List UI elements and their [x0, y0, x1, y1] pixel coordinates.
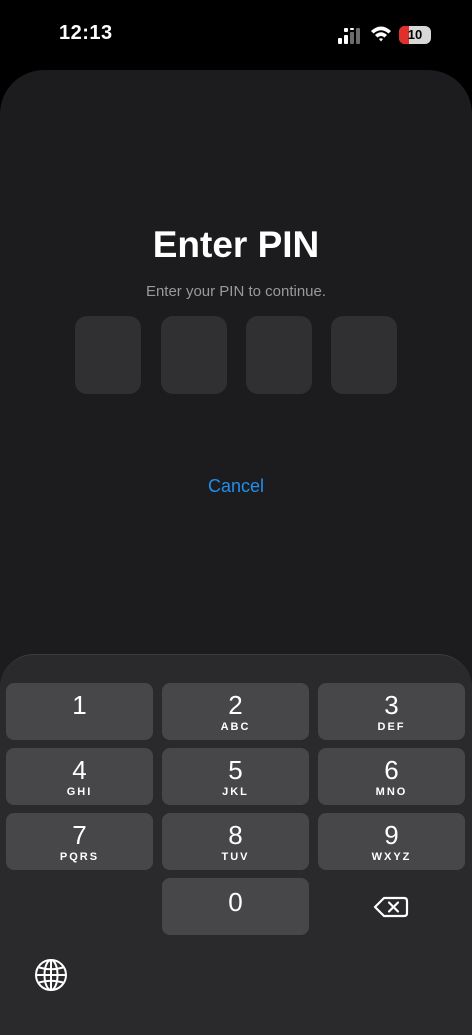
key-digit: 9: [384, 820, 399, 850]
key-digit: 2: [228, 690, 243, 720]
signal-bars-icon: [338, 28, 360, 44]
key-2[interactable]: 2 ABC: [162, 683, 309, 740]
page-subtitle: Enter your PIN to continue.: [145, 283, 327, 300]
battery-level: 10: [407, 27, 423, 42]
wifi-icon: [371, 26, 391, 42]
key-letters: MNO: [375, 786, 408, 798]
key-digit: 6: [384, 755, 399, 785]
key-letters: GHI: [66, 786, 93, 798]
key-letters: TUV: [221, 851, 250, 863]
key-digit: 1: [72, 690, 87, 720]
key-7[interactable]: 7 PQRS: [6, 813, 153, 870]
key-4[interactable]: 4 GHI: [6, 748, 153, 805]
key-digit: 5: [228, 755, 243, 785]
pin-digit-box-3[interactable]: [246, 316, 312, 394]
key-digit: 8: [228, 820, 243, 850]
pin-digit-box-4[interactable]: [331, 316, 397, 394]
key-digit: 7: [72, 820, 87, 850]
key-8[interactable]: 8 TUV: [162, 813, 309, 870]
pin-digit-box-2[interactable]: [161, 316, 227, 394]
key-5[interactable]: 5 JKL: [162, 748, 309, 805]
pin-digit-box-1[interactable]: [75, 316, 141, 394]
battery-indicator: 10: [399, 26, 431, 44]
key-digit: 4: [72, 755, 87, 785]
key-9[interactable]: 9 WXYZ: [318, 813, 465, 870]
key-0[interactable]: 0: [162, 878, 309, 935]
status-bar: 12:13 10: [0, 0, 472, 70]
status-time: 12:13: [59, 22, 113, 44]
key-1[interactable]: 1: [6, 683, 153, 740]
key-3[interactable]: 3 DEF: [318, 683, 465, 740]
key-digit: 3: [384, 690, 399, 720]
key-letters: ABC: [220, 721, 251, 733]
key-letters: JKL: [222, 786, 249, 798]
key-letters: WXYZ: [371, 851, 412, 863]
key-letters: DEF: [377, 721, 406, 733]
key-digit: 0: [228, 887, 243, 917]
cancel-button[interactable]: Cancel: [186, 476, 286, 497]
key-letters: PQRS: [59, 851, 100, 863]
key-6[interactable]: 6 MNO: [318, 748, 465, 805]
page-title: Enter PIN: [152, 224, 320, 265]
backspace-icon[interactable]: [360, 892, 422, 922]
globe-icon[interactable]: [32, 956, 70, 994]
